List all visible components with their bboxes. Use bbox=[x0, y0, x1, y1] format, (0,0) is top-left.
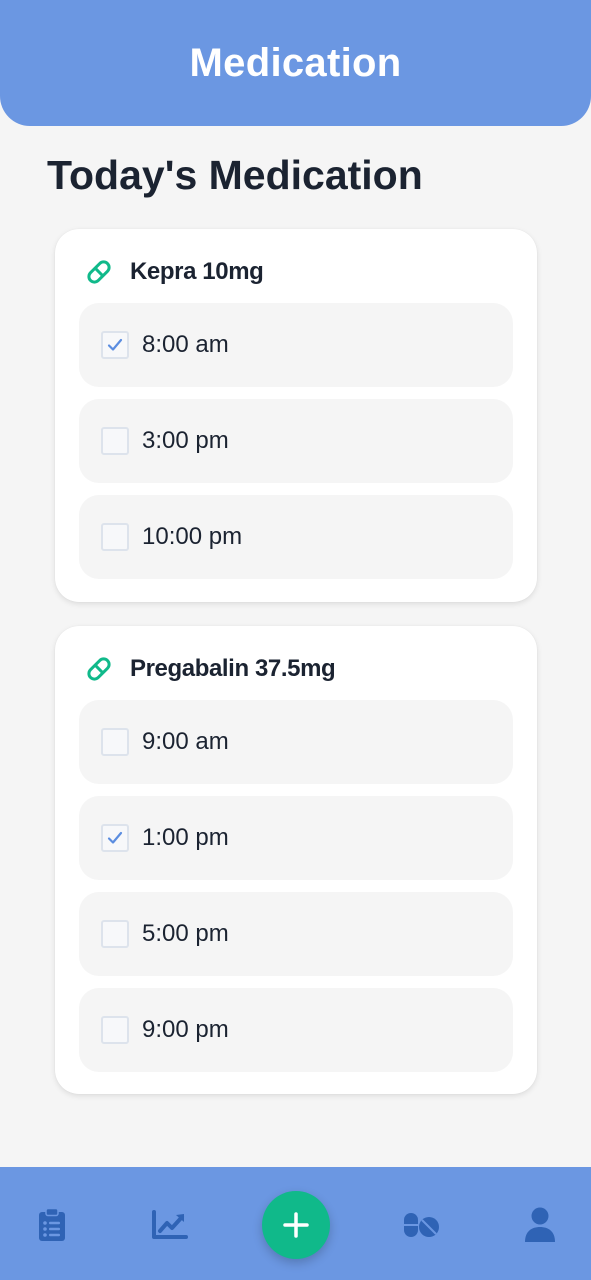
medication-header: Kepra 10mg bbox=[84, 253, 513, 291]
dose-time: 1:00 pm bbox=[142, 824, 229, 851]
dose-checkbox-checked[interactable] bbox=[101, 824, 129, 852]
dose-time: 9:00 am bbox=[142, 728, 229, 755]
dose-time: 3:00 pm bbox=[142, 427, 229, 454]
dose-time: 9:00 pm bbox=[142, 1016, 229, 1043]
pill-icon bbox=[84, 654, 114, 684]
dose-checkbox[interactable] bbox=[101, 920, 129, 948]
dose-checkbox[interactable] bbox=[101, 728, 129, 756]
dose-checkbox[interactable] bbox=[101, 427, 129, 455]
dose-row[interactable]: 10:00 pm bbox=[79, 495, 513, 579]
nav-profile-button[interactable] bbox=[520, 1205, 560, 1245]
medication-header: Pregabalin 37.5mg bbox=[84, 650, 513, 688]
clipboard-list-icon bbox=[39, 1208, 65, 1241]
dose-checkbox-checked[interactable] bbox=[101, 331, 129, 359]
medication-card-pregabalin: Pregabalin 37.5mg 9:00 am 1:00 pm 5:00 p… bbox=[55, 626, 537, 1094]
app-header: Medication bbox=[0, 0, 591, 126]
add-medication-button[interactable] bbox=[262, 1191, 330, 1259]
nav-log-button[interactable] bbox=[32, 1205, 72, 1245]
dose-checkbox[interactable] bbox=[101, 1016, 129, 1044]
header-title: Medication bbox=[189, 40, 402, 85]
dose-row[interactable]: 5:00 pm bbox=[79, 892, 513, 976]
medication-card-kepra: Kepra 10mg 8:00 am 3:00 pm 10:00 pm bbox=[55, 229, 537, 602]
plus-icon bbox=[283, 1212, 309, 1238]
dose-row[interactable]: 8:00 am bbox=[79, 303, 513, 387]
chart-line-icon bbox=[152, 1210, 188, 1239]
page-title: Today's Medication bbox=[47, 152, 423, 198]
pills-icon bbox=[404, 1213, 439, 1237]
pill-icon bbox=[84, 257, 114, 287]
dose-row[interactable]: 1:00 pm bbox=[79, 796, 513, 880]
medication-app: Medication Today's Medication Kepra 10mg… bbox=[0, 0, 591, 1280]
dose-time: 8:00 am bbox=[142, 331, 229, 358]
medication-name: Pregabalin 37.5mg bbox=[130, 655, 336, 682]
dose-time: 5:00 pm bbox=[142, 920, 229, 947]
user-icon bbox=[525, 1207, 555, 1242]
check-icon bbox=[107, 831, 123, 844]
dose-row[interactable]: 9:00 am bbox=[79, 700, 513, 784]
bottom-nav bbox=[0, 1167, 591, 1280]
nav-stats-button[interactable] bbox=[150, 1205, 190, 1245]
dose-row[interactable]: 9:00 pm bbox=[79, 988, 513, 1072]
dose-checkbox[interactable] bbox=[101, 523, 129, 551]
nav-medications-button[interactable] bbox=[401, 1205, 441, 1245]
dose-row[interactable]: 3:00 pm bbox=[79, 399, 513, 483]
check-icon bbox=[107, 338, 123, 351]
dose-time: 10:00 pm bbox=[142, 523, 243, 550]
medication-name: Kepra 10mg bbox=[130, 258, 264, 285]
